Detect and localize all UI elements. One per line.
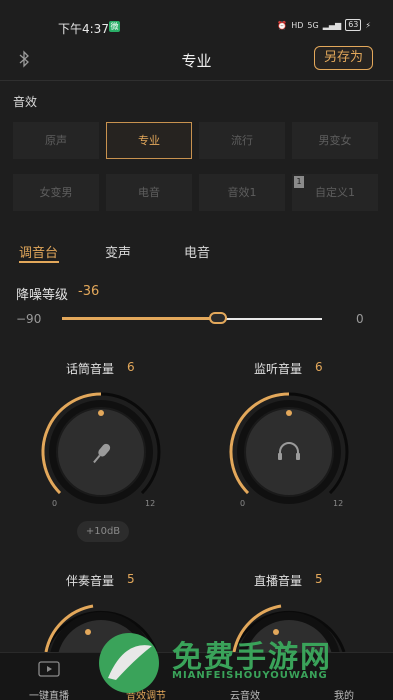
knob-monitor-value: 6 [315, 360, 323, 374]
preset-button[interactable]: 音效1 [199, 174, 285, 211]
preset-button[interactable]: 男变女 [292, 122, 378, 159]
noise-level-label: 降噪等级 [16, 288, 69, 303]
knob-live-value: 5 [315, 572, 323, 586]
custom-badge: 1 [294, 176, 304, 188]
preset-button[interactable]: 女变男 [13, 174, 99, 211]
header-divider [0, 80, 393, 81]
preset-button[interactable]: 自定义1 [292, 174, 378, 211]
boost-10db-button[interactable]: +10dB [77, 521, 129, 542]
knob-live-label: 直播音量 [254, 574, 303, 588]
knob-monitor-label: 监听音量 [254, 362, 303, 376]
knob-accompaniment-label: 伴奏音量 [66, 574, 115, 588]
knob-monitor-max: 12 [333, 499, 344, 508]
watermark-logo-icon [99, 633, 159, 693]
charging-icon: ⚡ [365, 20, 371, 30]
tab-underline [19, 261, 59, 263]
save-as-button[interactable]: 另存为 [314, 46, 373, 70]
status-bar: 下午4:37 微 ⏰ HD 5G ▂▄▆ 63 ⚡ [0, 0, 393, 40]
tab-electronic[interactable]: 电音 [184, 242, 210, 261]
nav-item-mine[interactable]: 我的 [334, 687, 354, 700]
slider-max-label: 0 [356, 312, 364, 326]
status-indicators: ⏰ HD 5G ▂▄▆ 63 ⚡ [277, 19, 371, 31]
knob-mic-min: 0 [52, 499, 58, 508]
knob-accompaniment-value: 5 [127, 572, 135, 586]
hd-label: HD [291, 20, 304, 30]
preset-button[interactable]: 原声 [13, 122, 99, 159]
tab-voice-change[interactable]: 变声 [105, 242, 131, 261]
noise-level-value: -36 [78, 284, 100, 299]
slider-min-label: −90 [16, 312, 42, 326]
knob-mic-label: 话筒音量 [66, 362, 115, 376]
preset-button[interactable]: 流行 [199, 122, 285, 159]
knob-mic-max: 12 [145, 499, 156, 508]
preset-button-active[interactable]: 专业 [106, 122, 192, 159]
noise-slider-fill [62, 317, 218, 320]
nav-item-live[interactable]: 一键直播 [29, 687, 69, 700]
watermark-subtext: MIANFEISHOUYOUWANG [172, 670, 328, 681]
battery-icon: 63 [345, 19, 362, 31]
noise-slider-thumb[interactable] [209, 312, 227, 324]
signal-label: 5G [307, 20, 319, 30]
wechat-icon: 微 [109, 21, 120, 32]
effects-label: 音效 [13, 95, 38, 109]
live-stream-icon[interactable] [38, 661, 60, 679]
tab-mixer[interactable]: 调音台 [19, 242, 58, 261]
knob-monitor-min: 0 [240, 499, 246, 508]
status-time: 下午4:37 [58, 22, 109, 36]
nav-item-cloud-effects[interactable]: 云音效 [230, 687, 260, 700]
knob-mic-value: 6 [127, 360, 135, 374]
alarm-icon: ⏰ [277, 20, 288, 30]
signal-icon: ▂▄▆ [322, 20, 342, 30]
preset-button[interactable]: 电音 [106, 174, 192, 211]
